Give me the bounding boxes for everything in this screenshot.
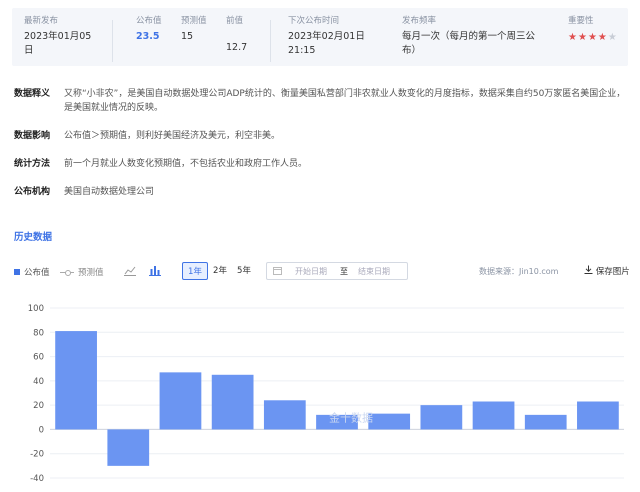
importance-label: 重要性 — [568, 16, 594, 26]
forecast-value: 15 — [181, 31, 194, 42]
next-release: 下次公布时间 2023年02月01日 21:15 — [288, 16, 366, 58]
start-date-input[interactable]: 开始日期 — [295, 266, 327, 277]
data-bar — [107, 429, 150, 466]
line-chart-icon[interactable] — [124, 265, 136, 279]
published-value: 23.5 — [136, 31, 160, 42]
star-empty-icon: ★ — [607, 32, 618, 43]
data-bar — [577, 401, 619, 430]
info-text: 公布值＞预期值，则利好美国经济及美元，利空非美。 — [64, 131, 281, 141]
divider — [112, 20, 113, 62]
data-source: 数据来源：Jin10.com — [479, 267, 559, 276]
legend-expected[interactable]: 预测值 — [60, 266, 104, 278]
y-tick-label: -20 — [30, 450, 44, 460]
next-value: 2023年02月01日 21:15 — [288, 31, 365, 56]
data-bar — [420, 405, 463, 430]
data-bar — [211, 374, 254, 430]
summary-panel: 最新发布 2023年01月05日 公布值 23.5 预测值 15 前值 12.7… — [12, 8, 628, 66]
calendar-icon — [273, 266, 282, 278]
history-bar-chart: 100 80 60 40 20 0 -20 -40 金十数据 — [28, 304, 624, 484]
y-tick-label: 0 — [39, 425, 44, 435]
range-1y-button[interactable]: 1年 — [182, 262, 208, 280]
data-bar — [524, 414, 567, 430]
y-tick-label: -40 — [30, 474, 44, 484]
frequency-value: 每月一次（每月的第一个周三公布） — [402, 31, 536, 56]
data-bar — [472, 401, 515, 430]
next-label: 下次公布时间 — [288, 16, 340, 26]
frequency-cell: 发布频率 每月一次（每月的第一个周三公布） — [402, 16, 544, 58]
latest-release: 最新发布 2023年01月05日 — [24, 16, 96, 58]
y-tick-label: 60 — [33, 353, 44, 363]
y-tick-label: 100 — [28, 304, 44, 314]
importance-cell: 重要性 ★★★★★ — [568, 16, 618, 43]
range-2y-button[interactable]: 2年 — [208, 262, 232, 280]
forecast-label: 预测值 — [181, 16, 207, 26]
chart-toolbar: 公布值 预测值 1年 2年 5年 开始日期 至 结束日期 数据来源：Jin10.… — [14, 262, 630, 282]
divider — [270, 20, 271, 62]
bar-chart-icon[interactable] — [149, 265, 161, 279]
star-filled-icon: ★ — [587, 32, 598, 43]
star-filled-icon: ★ — [597, 32, 608, 43]
data-bar — [159, 372, 202, 430]
importance-stars: ★★★★★ — [568, 32, 618, 43]
legend-swatch — [14, 269, 20, 275]
legend-published-label: 公布值 — [24, 268, 50, 278]
download-icon — [584, 265, 593, 277]
data-bar — [55, 331, 97, 430]
info-text: 前一个月就业人数变化预期值，不包括农业和政府工作人员。 — [64, 159, 308, 169]
end-date-input[interactable]: 结束日期 — [358, 266, 390, 277]
previous-cell: 前值 12.7 — [226, 16, 247, 55]
legend-published[interactable]: 公布值 — [14, 266, 50, 278]
data-bar — [263, 400, 306, 430]
y-tick-label: 20 — [33, 401, 44, 411]
frequency-label: 发布频率 — [402, 16, 437, 26]
save-image-label: 保存图片 — [595, 267, 630, 277]
published-cell: 公布值 23.5 — [136, 16, 164, 44]
date-separator: 至 — [340, 267, 348, 276]
star-filled-icon: ★ — [568, 32, 578, 43]
info-text: 美国自动数据处理公司 — [64, 187, 155, 197]
legend-line-swatch — [60, 269, 74, 276]
y-tick-label: 80 — [33, 328, 44, 338]
watermark: 金十数据 — [329, 410, 373, 424]
published-label: 公布值 — [136, 16, 162, 26]
info-text: 又称“小非农”，是美国自动数据处理公司ADP统计的、衡量美国私营部门非农就业人数… — [64, 89, 626, 113]
star-filled-icon: ★ — [577, 32, 588, 43]
latest-value: 2023年01月05日 — [24, 31, 92, 56]
legend-expected-label: 预测值 — [78, 268, 104, 278]
previous-value: 12.7 — [226, 42, 248, 53]
y-tick-label: 40 — [33, 377, 44, 387]
date-range-picker[interactable]: 开始日期 至 结束日期 — [266, 262, 408, 280]
save-image-button[interactable]: 保存图片 — [584, 265, 630, 277]
data-bar — [368, 413, 411, 430]
forecast-cell: 预测值 15 — [181, 16, 209, 44]
latest-label: 最新发布 — [24, 16, 59, 26]
range-5y-button[interactable]: 5年 — [232, 262, 256, 280]
history-title: 历史数据 — [14, 232, 53, 243]
previous-label: 前值 — [226, 16, 244, 26]
